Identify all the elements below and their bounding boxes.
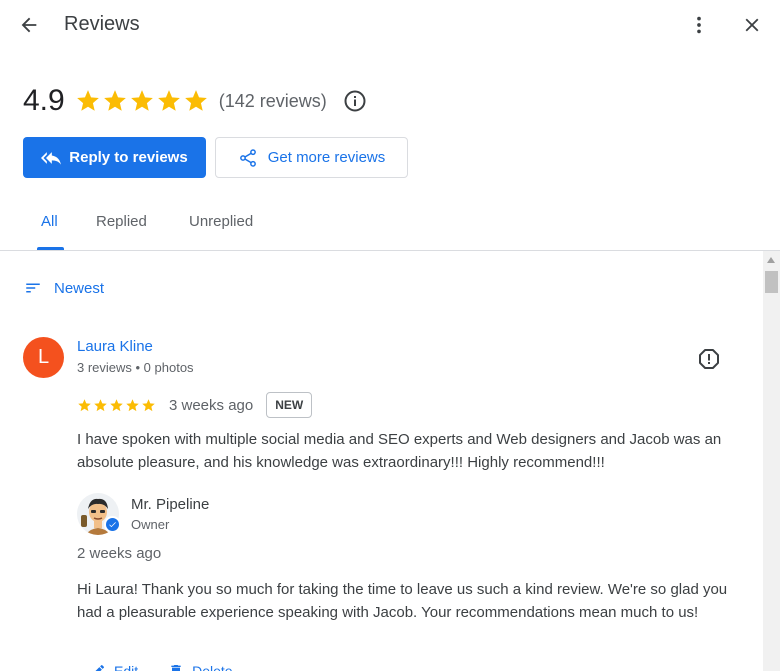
edit-reply-button[interactable]: Edit (90, 663, 138, 671)
check-icon (109, 522, 116, 528)
reply-text: Hi Laura! Thank you so much for taking t… (77, 581, 728, 621)
info-button[interactable] (343, 89, 367, 113)
owner-role: Owner (131, 517, 170, 532)
reply-all-icon (41, 151, 62, 165)
review-count: (142 reviews) (218, 90, 327, 111)
star-icon (78, 398, 91, 411)
active-tab-indicator (37, 247, 64, 250)
star-icon (142, 398, 155, 411)
new-badge: NEW (266, 392, 313, 418)
reply-to-reviews-label: Reply to reviews (69, 149, 188, 166)
reply-actions: Edit Delete (90, 663, 233, 671)
owner-name: Mr. Pipeline (131, 496, 210, 513)
delete-reply-button[interactable]: Delete (168, 663, 233, 671)
star-icon (110, 398, 123, 411)
sort-label: Newest (54, 279, 105, 297)
sort-button[interactable]: Newest (24, 279, 104, 297)
share-icon (239, 148, 256, 167)
review-date: 3 weeks ago (169, 396, 254, 414)
get-more-reviews-button[interactable]: Get more reviews (215, 137, 408, 178)
star-icon (130, 90, 153, 111)
get-more-reviews-label: Get more reviews (267, 149, 386, 166)
more-vert-icon (697, 16, 701, 34)
close-button[interactable] (737, 10, 767, 40)
reply-to-reviews-button[interactable]: Reply to reviews (23, 137, 206, 178)
review-text: I have spoken with multiple social media… (77, 431, 722, 471)
tab-replied[interactable]: Replied (96, 213, 147, 230)
rating-summary: 4.9 (142 reviews) (23, 84, 367, 118)
star-icon (157, 90, 180, 111)
verified-badge-icon (104, 516, 121, 533)
star-icon (94, 398, 107, 411)
page-title: Reviews (64, 13, 140, 35)
report-icon (699, 349, 719, 369)
edit-icon (95, 664, 105, 671)
delete-icon (171, 665, 181, 671)
arrow-back-icon (21, 17, 37, 33)
review-tabs: All Replied Unreplied (0, 200, 780, 251)
info-icon (344, 90, 366, 112)
star-icon (184, 90, 207, 111)
rating-stars (75, 88, 209, 114)
scrollbar[interactable] (763, 251, 780, 671)
top-bar: Reviews (0, 0, 780, 50)
reviewer-avatar[interactable]: L (23, 337, 64, 378)
star-icon (126, 398, 139, 411)
review-rating-row: 3 weeks ago NEW (77, 392, 313, 418)
review-stars (77, 398, 156, 413)
close-icon (745, 18, 759, 32)
scroll-thumb[interactable] (765, 271, 778, 293)
star-icon (76, 90, 99, 111)
action-buttons: Reply to reviews Get more reviews (23, 137, 408, 178)
sort-icon (26, 283, 40, 293)
back-button[interactable] (14, 10, 44, 40)
star-icon (103, 90, 126, 111)
reviewer-name[interactable]: Laura Kline (77, 338, 153, 355)
report-review-button[interactable] (697, 347, 721, 371)
tab-unreplied[interactable]: Unreplied (189, 213, 253, 230)
edit-reply-label: Edit (114, 663, 139, 671)
rating-value: 4.9 (23, 84, 65, 117)
tab-all[interactable]: All (41, 213, 58, 230)
reviewer-meta: 3 reviews • 0 photos (77, 360, 194, 375)
more-options-button[interactable] (684, 10, 714, 40)
delete-reply-label: Delete (192, 663, 233, 671)
scroll-up-arrow-icon[interactable] (767, 257, 775, 263)
reply-date: 2 weeks ago (77, 545, 162, 562)
